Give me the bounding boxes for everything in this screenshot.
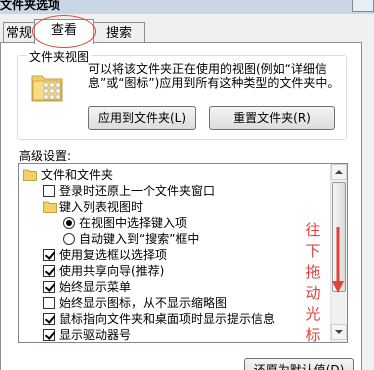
window-title: 文件夹选项 xyxy=(0,0,61,12)
tree-item-label: 登录时还原上一个文件夹窗口 xyxy=(59,184,216,198)
scroll-up-button[interactable] xyxy=(331,164,347,180)
close-window-button[interactable] xyxy=(352,0,374,12)
chevron-up-icon xyxy=(335,170,343,174)
advanced-settings-label: 高级设置: xyxy=(19,149,72,163)
drag-instruction-annotation: 往 下 拖 动 光 标 xyxy=(302,220,324,346)
tree-item-label: 使用复选框以选择项 xyxy=(59,248,168,262)
checkbox[interactable] xyxy=(43,185,55,197)
annotation-char: 下 xyxy=(305,242,321,260)
annotation-char: 光 xyxy=(305,305,321,323)
tree-item-label: 在视图中选择键入项 xyxy=(79,216,188,230)
checkbox[interactable] xyxy=(43,281,55,293)
restore-defaults-button[interactable]: 还原为默认值(D) xyxy=(244,358,354,370)
annotation-char: 往 xyxy=(305,221,321,239)
title-bar: 文件夹选项 xyxy=(0,0,374,14)
tree-item-label: 鼠标指向文件夹和桌面项时显示提示信息 xyxy=(59,312,276,326)
checkbox[interactable] xyxy=(43,329,55,341)
tab-general-label: 常规 xyxy=(5,26,32,41)
chevron-down-icon xyxy=(335,330,343,334)
tree-item-label: 始终显示菜单 xyxy=(59,280,132,294)
folder-icon xyxy=(23,169,37,181)
apply-to-folders-button[interactable]: 应用到文件夹(L) xyxy=(88,106,196,130)
advanced-settings-tree[interactable]: 文件和文件夹 登录时还原上一个文件夹窗口 键入列表视图时 在视图中选择键入项 自… xyxy=(18,163,348,343)
tree-item-label: 自动键入到“搜索”框中 xyxy=(79,232,200,246)
tree-item-label: 键入列表视图时 xyxy=(59,200,144,214)
tree-item-label: 文件和文件夹 xyxy=(41,168,114,182)
folder-views-title: 文件夹视图 xyxy=(27,48,92,65)
checkbox[interactable] xyxy=(43,265,55,277)
annotation-char: 拖 xyxy=(305,263,321,281)
annotation-char: 标 xyxy=(305,326,321,344)
scroll-down-button[interactable] xyxy=(331,324,347,340)
annotation-char: 动 xyxy=(305,284,321,302)
folder-views-description: 可以将该文件夹正在使用的视图(例如“详细信息”或“图标”)应用到所有这种类型的文… xyxy=(88,62,340,90)
red-down-arrow-icon xyxy=(332,227,344,293)
checkbox[interactable] xyxy=(43,297,55,309)
checkbox[interactable] xyxy=(43,313,55,325)
checkbox[interactable] xyxy=(43,249,55,261)
folder-icon xyxy=(43,201,57,213)
radio-button[interactable] xyxy=(63,233,75,245)
tree-item-label: 使用共享向导(推荐) xyxy=(59,264,165,278)
tree-item-label: 始终显示图标，从不显示缩略图 xyxy=(59,296,228,310)
tree-item-label: 显示驱动器号 xyxy=(59,328,132,342)
reset-folders-button[interactable]: 重置文件夹(R) xyxy=(209,106,335,130)
red-circle-annotation xyxy=(32,15,96,48)
tab-search-label: 搜索 xyxy=(105,26,132,41)
folder-view-icon xyxy=(31,75,63,102)
radio-button[interactable] xyxy=(63,217,75,229)
